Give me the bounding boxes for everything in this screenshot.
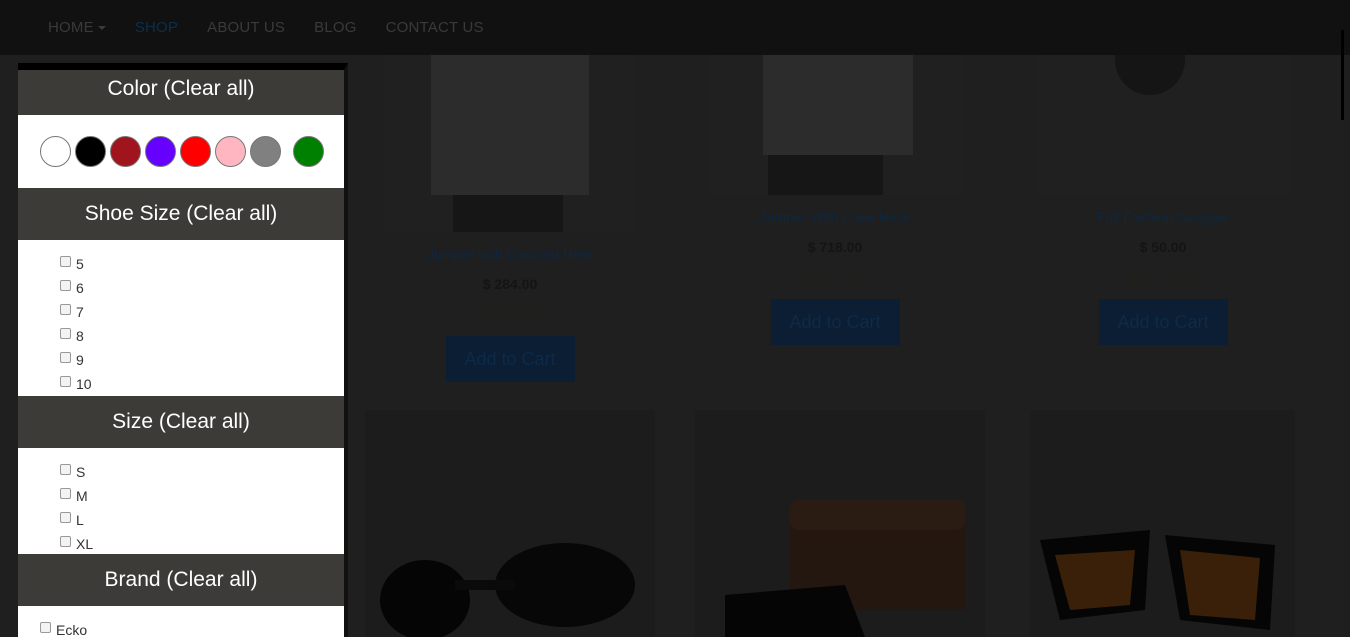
product-name[interactable]: Jumper With Crew Neck <box>708 209 962 225</box>
product-grid: Jumper with Contrast Hem $ 284.00 ☆☆☆☆☆ … <box>345 55 1305 637</box>
checkbox[interactable] <box>60 512 71 523</box>
product-card: Jumper with Contrast Hem $ 284.00 ☆☆☆☆☆ … <box>383 55 637 382</box>
checkbox[interactable] <box>60 256 71 267</box>
nav-contact-us[interactable]: CONTACT US <box>386 19 484 36</box>
nav-shop[interactable]: SHOP <box>135 19 178 36</box>
goggles-image <box>380 543 635 637</box>
brand-filter-header[interactable]: Brand (Clear all) <box>18 554 344 606</box>
size-option[interactable]: L <box>60 510 344 534</box>
sunglasses-case-image <box>725 500 965 637</box>
product-image[interactable] <box>708 55 962 195</box>
checkbox[interactable] <box>40 622 51 633</box>
product-image-goggles[interactable] <box>365 410 655 637</box>
shoe-size-option[interactable]: 5 <box>60 254 344 278</box>
shoe-size-option[interactable]: 9 <box>60 350 344 374</box>
shoe-size-option[interactable]: 7 <box>60 302 344 326</box>
checkbox[interactable] <box>60 488 71 499</box>
nav-home[interactable]: HOME <box>48 19 106 36</box>
checkbox[interactable] <box>60 280 71 291</box>
rating-stars-icon: ☆☆☆☆☆ <box>473 306 547 321</box>
size-option[interactable]: M <box>60 486 344 510</box>
color-filter-header[interactable]: Color (Clear all) <box>18 70 344 115</box>
color-swatch-purple[interactable] <box>145 136 176 167</box>
product-price: $ 284.00 <box>482 276 538 292</box>
add-to-cart-button[interactable]: Add to Cart <box>770 299 900 345</box>
color-swatch-pink[interactable] <box>215 136 246 167</box>
shoe-size-options: 5 6 7 8 9 10 <box>18 240 344 396</box>
shoe-size-option[interactable]: 10 <box>60 374 344 398</box>
rating-stars-icon: ☆☆☆☆☆ <box>1126 269 1200 284</box>
page-scrollbar[interactable] <box>1341 30 1344 120</box>
checkbox[interactable] <box>60 304 71 315</box>
product-name[interactable]: Jumper with Contrast Hem <box>383 246 637 262</box>
nav-home-label: HOME <box>48 19 94 36</box>
product-price: $ 50.00 <box>1139 239 1187 255</box>
size-option[interactable]: S <box>60 462 344 486</box>
product-image-sunglasses-case[interactable] <box>695 410 985 637</box>
nav-blog[interactable]: BLOG <box>314 19 356 36</box>
shoe-size-option[interactable]: 6 <box>60 278 344 302</box>
checkbox[interactable] <box>60 464 71 475</box>
size-filter-header[interactable]: Size (Clear all) <box>18 396 344 448</box>
checkbox[interactable] <box>60 328 71 339</box>
product-name[interactable]: Full Fashion Goggles <box>1035 209 1291 225</box>
product-image[interactable] <box>1035 55 1291 195</box>
product-card: Jumper With Crew Neck $ 718.00 ☆☆☆☆☆ Add… <box>708 55 962 345</box>
nav-about-us[interactable]: ABOUT US <box>207 19 285 36</box>
wayfarers-image <box>1040 530 1275 630</box>
color-swatch-black[interactable] <box>75 136 106 167</box>
color-swatch-dark-red[interactable] <box>110 136 141 167</box>
product-card: Full Fashion Goggles $ 50.00 ☆☆☆☆☆ Add t… <box>1035 55 1291 345</box>
color-swatches <box>18 115 344 188</box>
product-price: $ 718.00 <box>807 239 863 255</box>
brand-options: Ecko <box>18 606 344 637</box>
checkbox[interactable] <box>60 536 71 547</box>
brand-option[interactable]: Ecko <box>40 620 344 637</box>
add-to-cart-button[interactable]: Add to Cart <box>1098 299 1228 345</box>
color-swatch-green[interactable] <box>293 136 324 167</box>
shoe-size-filter-header[interactable]: Shoe Size (Clear all) <box>18 188 344 240</box>
checkbox[interactable] <box>60 376 71 387</box>
product-image[interactable] <box>383 55 637 232</box>
rating-stars-icon: ☆☆☆☆☆ <box>798 269 872 284</box>
product-image-wayfarers[interactable] <box>1030 410 1295 637</box>
add-to-cart-button[interactable]: Add to Cart <box>445 336 575 382</box>
color-swatch-white[interactable] <box>40 136 71 167</box>
size-options: S M L XL <box>18 448 344 554</box>
shoe-size-option[interactable]: 8 <box>60 326 344 350</box>
filter-sidebar: Color (Clear all) Shoe Size (Clear all) … <box>18 63 348 637</box>
color-swatch-gray[interactable] <box>250 136 281 167</box>
top-navigation: HOME SHOP ABOUT US BLOG CONTACT US <box>0 0 1350 55</box>
color-swatch-red[interactable] <box>180 136 211 167</box>
chevron-down-icon <box>97 26 106 31</box>
checkbox[interactable] <box>60 352 71 363</box>
